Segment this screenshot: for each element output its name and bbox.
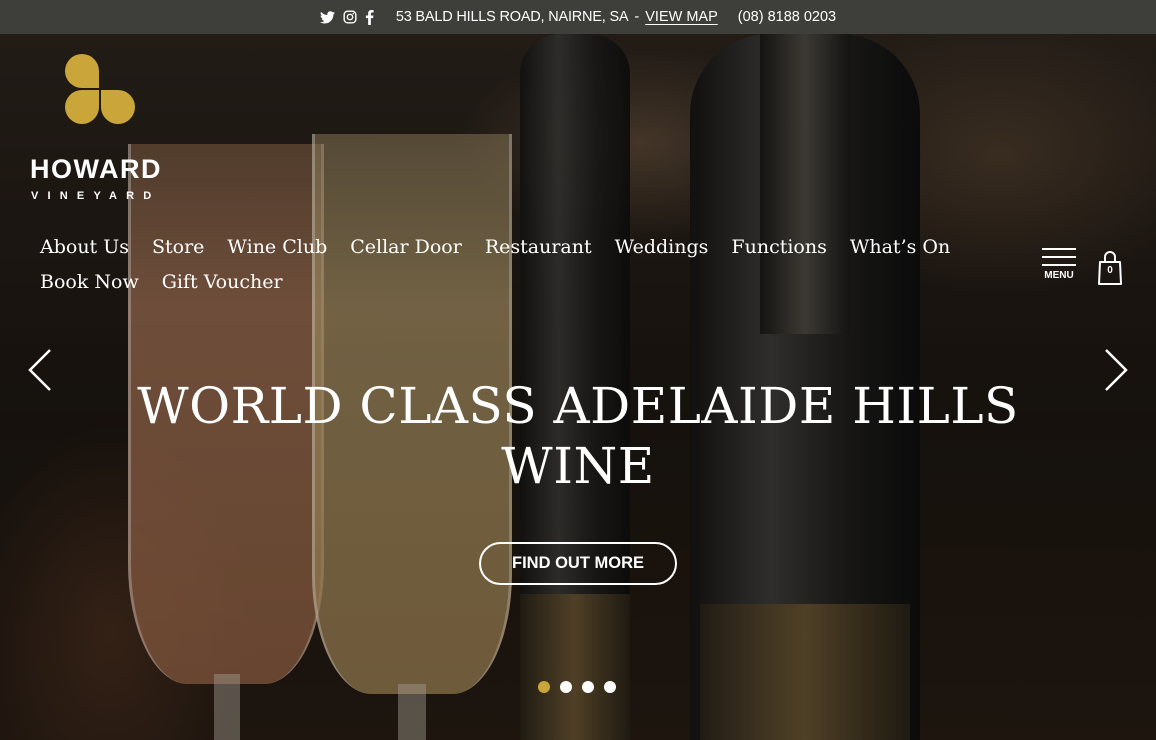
slider-dot[interactable]	[582, 681, 594, 693]
nav-store[interactable]: Store	[152, 236, 204, 259]
nav-book-now[interactable]: Book Now	[40, 271, 139, 294]
slider-dots	[538, 681, 616, 693]
nav-weddings[interactable]: Weddings	[615, 236, 709, 259]
nav-cellar-door[interactable]: Cellar Door	[350, 236, 462, 259]
hamburger-icon	[1042, 248, 1076, 266]
find-out-more-button[interactable]: FIND OUT MORE	[479, 542, 677, 585]
nav-restaurant[interactable]: Restaurant	[485, 236, 592, 259]
instagram-icon[interactable]	[343, 10, 357, 24]
cart-count: 0	[1107, 265, 1113, 276]
nav-functions[interactable]: Functions	[731, 236, 826, 259]
cart-button[interactable]: 0	[1097, 248, 1123, 286]
nav-about-us[interactable]: About Us	[40, 236, 129, 259]
hero-headline: WORLD CLASS ADELAIDE HILLS WINE	[137, 377, 1019, 495]
nav-gift-voucher[interactable]: Gift Voucher	[162, 271, 283, 294]
logo-wordmark: HOWARD	[30, 154, 162, 184]
top-bar: 53 BALD HILLS ROAD, NAIRNE, SA - VIEW MA…	[0, 0, 1156, 34]
nav-whats-on[interactable]: What’s On	[850, 236, 950, 259]
facebook-icon[interactable]	[365, 9, 374, 25]
chevron-left-icon	[28, 349, 51, 391]
logo-mark-icon	[65, 54, 137, 126]
slider-next-arrow[interactable]	[1103, 348, 1129, 392]
menu-button[interactable]: MENU	[1042, 248, 1076, 281]
phone-link[interactable]: (08) 8188 0203	[738, 9, 836, 25]
address-text: 53 BALD HILLS ROAD, NAIRNE, SA	[395, 9, 629, 25]
nav-wine-club[interactable]: Wine Club	[227, 236, 327, 259]
logo-subtitle: VINEYARD	[31, 190, 161, 202]
view-map-link[interactable]: VIEW MAP	[645, 9, 718, 25]
slider-prev-arrow[interactable]	[27, 348, 53, 392]
main-nav: About Us Store Wine Club Cellar Door Res…	[40, 236, 960, 294]
menu-label: MENU	[1044, 270, 1074, 281]
address-separator: -	[634, 9, 640, 25]
chevron-right-icon	[1105, 349, 1128, 391]
slider-dot[interactable]	[604, 681, 616, 693]
twitter-icon[interactable]	[319, 10, 335, 24]
social-links	[319, 9, 374, 25]
slider-dot[interactable]	[538, 681, 550, 693]
slider-dot[interactable]	[560, 681, 572, 693]
